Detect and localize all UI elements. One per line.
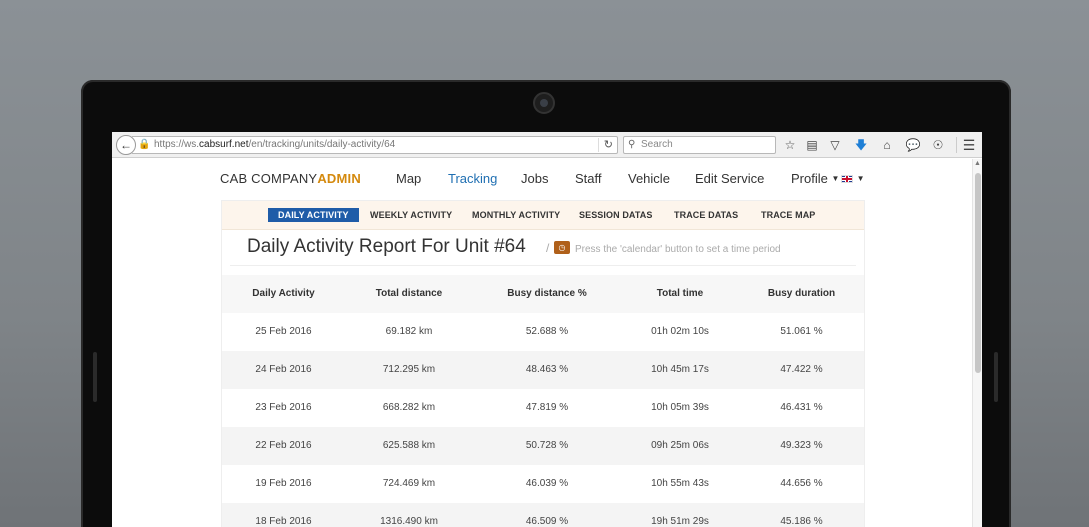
download-icon[interactable]: 🡇 <box>853 137 869 153</box>
star-icon[interactable]: ☆ <box>782 137 798 153</box>
report-subtabs: DAILY ACTIVITY WEEKLY ACTIVITY MONTHLY A… <box>222 201 864 230</box>
brand-accent-text: ADMIN <box>317 171 361 186</box>
table-row: 22 Feb 2016 625.588 km 50.728 % 09h 25m … <box>222 427 864 465</box>
webcam <box>533 92 555 114</box>
column-header-daily-activity[interactable]: Daily Activity <box>222 275 345 313</box>
bezel-side-button-right <box>994 352 998 402</box>
calendar-icon[interactable]: ◷ <box>554 241 570 254</box>
lock-icon: 🔒 <box>138 139 151 150</box>
brand-logo[interactable]: CAB COMPANYADMIN <box>220 171 361 186</box>
uk-flag-icon <box>841 175 853 183</box>
nav-map[interactable]: Map <box>396 171 421 186</box>
page-title: Daily Activity Report For Unit #64 <box>247 236 526 257</box>
cell-busy-distance: 46.039 % <box>525 478 569 489</box>
cell-total-distance: 69.182 km <box>385 326 433 337</box>
table-row: 25 Feb 2016 69.182 km 52.688 % 01h 02m 1… <box>222 313 864 351</box>
cell-busy-duration: 44.656 % <box>780 478 823 489</box>
table-header-row: Daily Activity Total distance Busy dista… <box>222 275 864 313</box>
cell-busy-distance: 46.509 % <box>525 516 569 527</box>
cell-total-time: 10h 05m 39s <box>651 402 709 413</box>
cell-busy-distance: 52.688 % <box>525 326 569 337</box>
extension-icon[interactable]: ☉ <box>930 137 946 153</box>
search-input[interactable]: ⚲ Search <box>623 136 776 154</box>
table-row: 23 Feb 2016 668.282 km 47.819 % 10h 05m … <box>222 389 864 427</box>
cell-busy-distance: 47.819 % <box>525 402 569 413</box>
language-selector[interactable]: ▼ <box>841 171 865 186</box>
chevron-down-icon: ▼ <box>856 174 865 183</box>
search-icon: ⚲ <box>628 139 636 150</box>
divider <box>230 265 856 266</box>
nav-staff[interactable]: Staff <box>575 171 602 186</box>
nav-edit-service[interactable]: Edit Service <box>695 171 764 186</box>
cell-busy-duration: 45.186 % <box>780 516 823 527</box>
chat-icon[interactable]: 💬 <box>905 137 921 153</box>
cell-busy-distance: 48.463 % <box>525 364 569 375</box>
column-header-busy-duration[interactable]: Busy duration <box>739 275 864 313</box>
url-domain: cabsurf.net <box>199 139 249 150</box>
url-prefix: https://ws. <box>154 139 200 150</box>
subtab-trace-datas[interactable]: TRACE DATAS <box>674 208 738 222</box>
cell-busy-duration: 49.323 % <box>780 440 823 451</box>
browser-screen: 🔒 https://ws.cabsurf.net/en/tracking/uni… <box>112 132 982 527</box>
cell-total-time: 09h 25m 06s <box>651 440 709 451</box>
cell-total-distance: 1316.490 km <box>380 516 438 527</box>
brand-main-text: CAB COMPANY <box>220 171 318 186</box>
nav-profile[interactable]: Profile ▼ <box>791 171 839 186</box>
table-row: 24 Feb 2016 712.295 km 48.463 % 10h 45m … <box>222 351 864 389</box>
back-arrow-icon[interactable]: ← <box>116 135 136 155</box>
cell-date: 22 Feb 2016 <box>255 440 312 451</box>
browser-toolbar: 🔒 https://ws.cabsurf.net/en/tracking/uni… <box>112 132 982 158</box>
nav-tracking[interactable]: Tracking <box>448 171 497 186</box>
scrollbar-thumb[interactable] <box>975 173 981 373</box>
cell-total-time: 19h 51m 29s <box>651 516 709 527</box>
table-row: 19 Feb 2016 724.469 km 46.039 % 10h 55m … <box>222 465 864 503</box>
activity-table: Daily Activity Total distance Busy dista… <box>222 275 864 527</box>
column-header-busy-distance[interactable]: Busy distance % <box>473 275 621 313</box>
clipboard-icon[interactable]: ▤ <box>804 137 820 153</box>
search-placeholder: Search <box>641 139 673 150</box>
subtab-session-datas[interactable]: SESSION DATAS <box>579 208 652 222</box>
menu-icon[interactable]: ☰ <box>961 137 977 153</box>
cell-total-distance: 724.469 km <box>382 478 436 489</box>
cell-total-time: 10h 45m 17s <box>651 364 709 375</box>
chevron-down-icon: ▼ <box>831 174 840 183</box>
nav-jobs[interactable]: Jobs <box>521 171 548 186</box>
toolbar-separator <box>956 137 957 153</box>
column-header-total-distance[interactable]: Total distance <box>345 275 473 313</box>
bezel-side-button-left <box>93 352 97 402</box>
cell-busy-duration: 46.431 % <box>780 402 823 413</box>
cell-total-distance: 712.295 km <box>382 364 436 375</box>
reload-icon[interactable]: ↻ <box>597 138 613 152</box>
cell-total-distance: 668.282 km <box>382 402 436 413</box>
cell-total-time: 10h 55m 43s <box>651 478 709 489</box>
cell-busy-duration: 51.061 % <box>780 326 823 337</box>
cell-date: 19 Feb 2016 <box>255 478 312 489</box>
subtab-monthly-activity[interactable]: MONTHLY ACTIVITY <box>472 208 560 222</box>
report-panel: DAILY ACTIVITY WEEKLY ACTIVITY MONTHLY A… <box>221 200 865 527</box>
cell-date: 24 Feb 2016 <box>255 364 312 375</box>
subtab-daily-activity[interactable]: DAILY ACTIVITY <box>268 208 359 222</box>
calendar-hint: Press the 'calendar' button to set a tim… <box>575 244 781 255</box>
cell-busy-distance: 50.728 % <box>525 440 569 451</box>
home-icon[interactable]: ⌂ <box>879 137 895 153</box>
cell-total-distance: 625.588 km <box>382 440 436 451</box>
cell-total-time: 01h 02m 10s <box>651 326 709 337</box>
subtab-trace-map[interactable]: TRACE MAP <box>761 208 815 222</box>
title-separator: / <box>546 241 550 255</box>
cell-busy-duration: 47.422 % <box>780 364 823 375</box>
cell-date: 23 Feb 2016 <box>255 402 312 413</box>
nav-profile-label: Profile <box>791 171 828 186</box>
cell-date: 25 Feb 2016 <box>255 326 312 337</box>
table-row: 18 Feb 2016 1316.490 km 46.509 % 19h 51m… <box>222 503 864 527</box>
page-scrollbar[interactable]: ▲ <box>972 159 982 527</box>
subtab-weekly-activity[interactable]: WEEKLY ACTIVITY <box>370 208 452 222</box>
nav-vehicle[interactable]: Vehicle <box>628 171 670 186</box>
column-header-total-time[interactable]: Total time <box>621 275 739 313</box>
url-bar[interactable]: 🔒 https://ws.cabsurf.net/en/tracking/uni… <box>132 136 618 154</box>
site-navbar: CAB COMPANYADMIN Map Tracking Jobs Staff… <box>112 159 972 199</box>
pocket-icon[interactable]: ▽ <box>827 137 843 153</box>
cell-date: 18 Feb 2016 <box>255 516 312 527</box>
url-path: /en/tracking/units/daily-activity/64 <box>248 139 396 150</box>
scroll-up-icon[interactable]: ▲ <box>974 160 981 167</box>
